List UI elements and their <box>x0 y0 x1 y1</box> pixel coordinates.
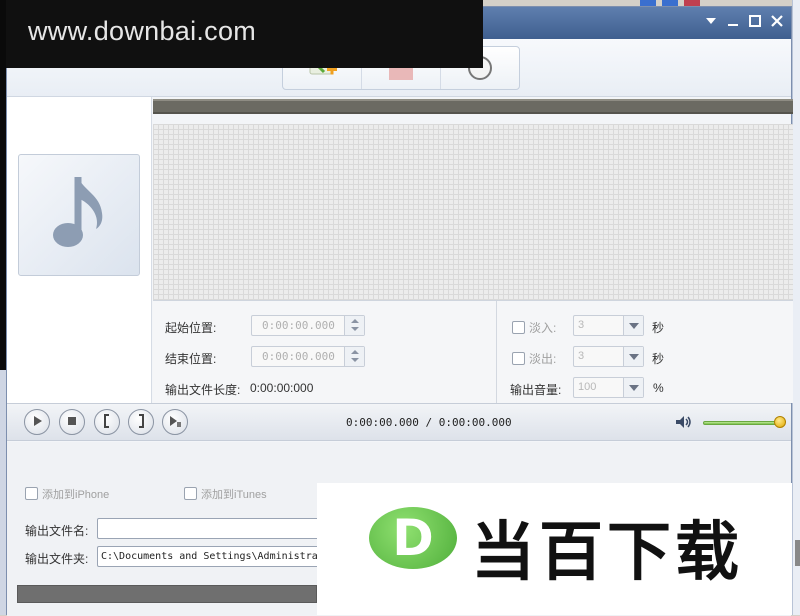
play-icon <box>31 415 43 430</box>
add-to-iphone-checkbox[interactable] <box>25 487 38 500</box>
output-folder-label: 输出文件夹: <box>25 552 89 566</box>
end-position-label: 结束位置: <box>165 352 217 366</box>
waveform-display[interactable] <box>153 124 793 300</box>
desktop-block <box>795 540 800 566</box>
window-controls <box>703 13 785 29</box>
fade-out-select[interactable]: 3 <box>573 346 644 367</box>
fade-in-select[interactable]: 3 <box>573 315 644 336</box>
watermark-logo: D 当百下载 <box>317 483 792 615</box>
output-filename-input[interactable] <box>97 518 327 539</box>
volume-slider[interactable] <box>703 421 781 425</box>
fade-out-value: 3 <box>578 350 585 362</box>
add-to-itunes-label: 添加到iTunes <box>201 489 267 501</box>
start-position-spinner[interactable] <box>344 316 364 335</box>
end-position-input[interactable]: 0:00:00.000 <box>251 346 365 367</box>
start-position-label: 起始位置: <box>165 321 217 335</box>
album-art <box>18 154 140 276</box>
stop-button[interactable] <box>59 409 85 435</box>
bracket-left-icon <box>102 413 112 431</box>
play-selection-button[interactable] <box>162 409 188 435</box>
conversion-progress-bar <box>17 585 317 603</box>
music-note-icon <box>44 169 114 262</box>
output-volume-unit: % <box>653 381 664 395</box>
playback-bar: 0:00:00.000 / 0:00:00.000 <box>7 403 791 441</box>
trim-settings-panel: 起始位置: 0:00:00.000 结束位置: 0:00:00.000 输出文件… <box>153 300 793 404</box>
output-length-label: 输出文件长度: <box>165 383 241 397</box>
output-volume-select[interactable]: 100 <box>573 377 644 398</box>
output-length-value: 0:00:00:000 <box>250 381 314 395</box>
play-button[interactable] <box>24 409 50 435</box>
output-volume-label: 输出音量: <box>510 383 562 397</box>
maximize-button[interactable] <box>747 13 763 29</box>
set-start-button[interactable] <box>94 409 120 435</box>
dropdown-menu-button[interactable] <box>703 13 719 29</box>
output-folder-value: C:\Documents and Settings\Administrat <box>101 551 324 562</box>
output-folder-input[interactable]: C:\Documents and Settings\Administrat <box>97 546 327 567</box>
watermark-site-text: www.downbai.com <box>28 16 257 46</box>
waveform-timeline-bar[interactable] <box>153 99 793 114</box>
fade-out-unit: 秒 <box>652 352 665 366</box>
logo-badge: D <box>369 507 457 569</box>
desktop-strip-right <box>792 0 800 615</box>
end-position-spinner[interactable] <box>344 347 364 366</box>
add-to-itunes-checkbox[interactable] <box>184 487 197 500</box>
bracket-right-icon <box>136 413 146 431</box>
fade-out-label: 淡出: <box>529 352 557 366</box>
album-art-panel <box>7 97 152 403</box>
start-position-value: 0:00:00.000 <box>262 319 335 332</box>
close-button[interactable] <box>769 13 785 29</box>
fade-out-checkbox[interactable] <box>512 352 525 365</box>
logo-brand-text: 当百下载 <box>471 516 743 590</box>
fade-in-checkbox[interactable] <box>512 321 525 334</box>
play-selection-icon <box>168 414 182 431</box>
speaker-icon[interactable] <box>675 415 693 432</box>
playback-timecode: 0:00:00.000 / 0:00:00.000 <box>346 416 512 429</box>
add-to-iphone-label: 添加到iPhone <box>42 489 110 501</box>
logo-letter: D <box>392 509 434 567</box>
end-position-value: 0:00:00.000 <box>262 350 335 363</box>
watermark-banner: www.downbai.com <box>6 0 483 68</box>
start-position-input[interactable]: 0:00:00.000 <box>251 315 365 336</box>
volume-slider-knob[interactable] <box>774 416 786 428</box>
minimize-button[interactable] <box>725 13 741 29</box>
fade-in-value: 3 <box>578 319 585 331</box>
fade-in-unit: 秒 <box>652 321 665 335</box>
settings-divider <box>496 301 497 404</box>
output-filename-label: 输出文件名: <box>25 524 89 538</box>
fade-in-label: 淡入: <box>529 321 557 335</box>
output-volume-value: 100 <box>578 381 597 393</box>
stop-icon <box>67 415 77 429</box>
set-end-button[interactable] <box>128 409 154 435</box>
